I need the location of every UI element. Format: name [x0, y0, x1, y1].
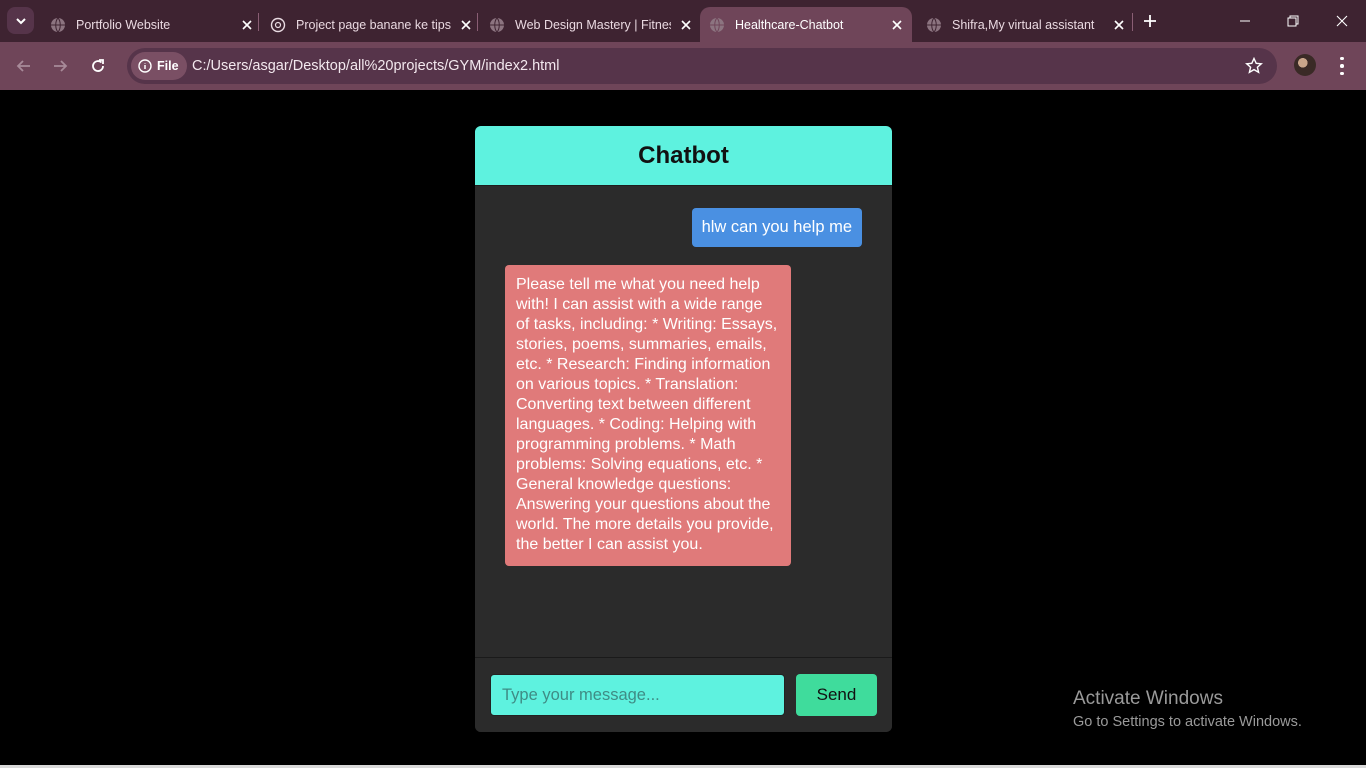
- close-icon[interactable]: [888, 16, 906, 34]
- chat-input-bar: Send: [475, 657, 892, 732]
- windows-activation-watermark: Activate Windows Go to Settings to activ…: [1073, 688, 1302, 730]
- bookmark-star-icon[interactable]: [1245, 57, 1263, 75]
- info-icon: [138, 59, 152, 73]
- message-input[interactable]: [490, 674, 785, 716]
- tab-separator: [1132, 13, 1133, 31]
- minimize-icon: [1240, 20, 1250, 22]
- tab-search-button[interactable]: [7, 7, 34, 34]
- tab-healthcare-chatbot[interactable]: Healthcare-Chatbot: [700, 7, 912, 42]
- page-viewport: Chatbot hlw can you help me Please tell …: [0, 90, 1366, 768]
- plus-icon: [1144, 15, 1156, 27]
- message-list[interactable]: hlw can you help me Please tell me what …: [475, 186, 892, 657]
- watermark-title: Activate Windows: [1073, 688, 1223, 709]
- restore-button[interactable]: [1270, 0, 1316, 42]
- site-info-chip[interactable]: File: [131, 52, 187, 80]
- close-icon[interactable]: [457, 16, 475, 34]
- globe-icon: [51, 17, 65, 32]
- browser-toolbar: File C:/Users/asgar/Desktop/all%20projec…: [0, 42, 1366, 90]
- reload-icon: [92, 59, 104, 72]
- globe-icon: [490, 17, 504, 32]
- tab-project-page-tips[interactable]: Project page banane ke tips: [262, 7, 475, 42]
- address-bar[interactable]: File C:/Users/asgar/Desktop/all%20projec…: [127, 48, 1277, 84]
- tab-separator: [258, 13, 259, 31]
- send-button[interactable]: Send: [796, 674, 877, 716]
- openai-icon: [270, 17, 286, 32]
- new-tab-button[interactable]: [1140, 11, 1160, 31]
- tab-title: Portfolio Website: [76, 17, 171, 32]
- dot: [1340, 71, 1344, 76]
- user-message: hlw can you help me: [691, 208, 862, 247]
- close-icon[interactable]: [238, 16, 256, 34]
- browser-menu-button[interactable]: [1332, 55, 1352, 77]
- globe-icon: [927, 17, 941, 32]
- url-text[interactable]: C:/Users/asgar/Desktop/all%20projects/GY…: [192, 48, 559, 84]
- arrow-left-icon: [16, 60, 30, 72]
- globe-icon: [710, 17, 724, 32]
- back-button[interactable]: [12, 54, 36, 78]
- dot: [1340, 56, 1344, 61]
- minimize-button[interactable]: [1222, 0, 1268, 42]
- tab-web-design-mastery[interactable]: Web Design Mastery | Fitness: [481, 7, 695, 42]
- restore-icon: [1287, 15, 1299, 27]
- forward-button[interactable]: [48, 54, 72, 78]
- close-icon: [1336, 15, 1348, 27]
- tab-title: Project page banane ke tips: [296, 17, 451, 32]
- arrow-right-icon: [54, 60, 68, 72]
- tab-shifra-assistant[interactable]: Shifra,My virtual assistant: [918, 7, 1128, 42]
- tab-title: Healthcare-Chatbot: [735, 17, 844, 32]
- tab-title: Web Design Mastery | Fitness: [515, 17, 671, 32]
- browser-tab-bar: Portfolio Website Project page banane ke…: [0, 0, 1366, 42]
- chatbot-container: Chatbot hlw can you help me Please tell …: [475, 126, 892, 732]
- watermark-subtitle: Go to Settings to activate Windows.: [1073, 714, 1302, 730]
- bot-message: Please tell me what you need help with! …: [505, 265, 791, 566]
- tab-portfolio-website[interactable]: Portfolio Website: [42, 7, 256, 42]
- reload-button[interactable]: [86, 54, 110, 78]
- dot: [1340, 64, 1344, 68]
- close-icon[interactable]: [1110, 16, 1128, 34]
- profile-avatar[interactable]: [1294, 54, 1316, 76]
- chat-title: Chatbot: [475, 126, 892, 186]
- chevron-down-icon: [15, 17, 26, 24]
- site-chip-label: File: [157, 59, 179, 73]
- close-window-button[interactable]: [1319, 0, 1365, 42]
- close-icon[interactable]: [677, 16, 695, 34]
- tab-title: Shifra,My virtual assistant: [952, 17, 1095, 32]
- tab-separator: [477, 13, 478, 31]
